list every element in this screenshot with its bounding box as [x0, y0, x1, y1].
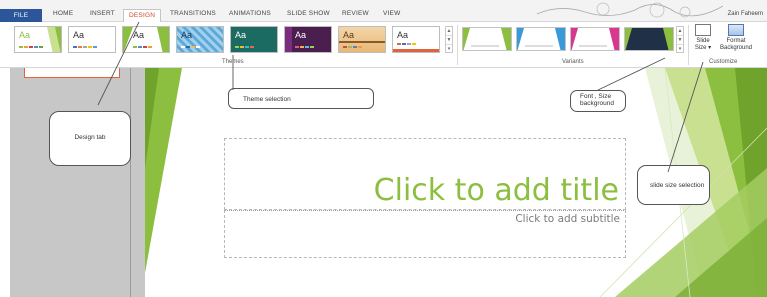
powerpoint-window: FILE HOME INSERT DESIGN TRANSITIONS ANIM…	[0, 0, 767, 297]
callout-pointer-lines	[97, 21, 704, 173]
